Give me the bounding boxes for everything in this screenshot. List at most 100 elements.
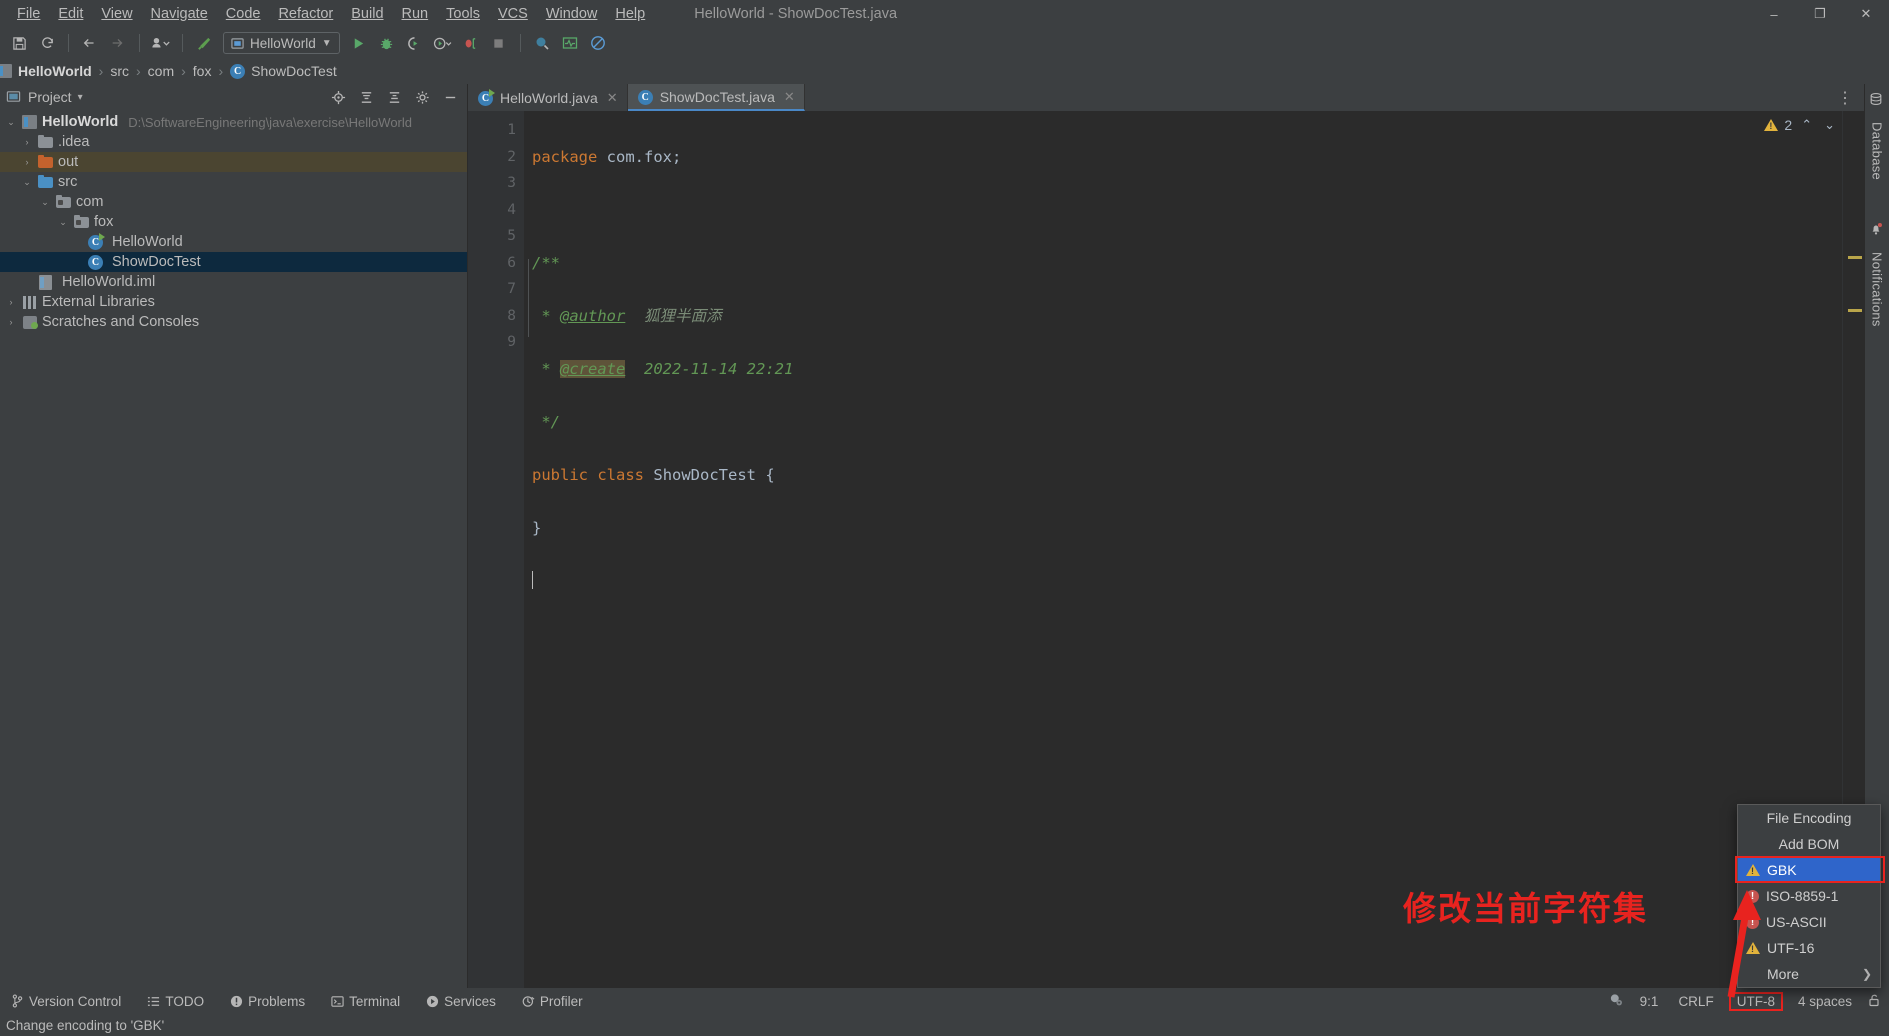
unlocked-icon[interactable] xyxy=(1867,993,1883,1009)
popup-item-us-ascii[interactable]: ! US-ASCII xyxy=(1738,909,1880,935)
tree-item-out[interactable]: › out xyxy=(0,152,467,172)
tree-item-src[interactable]: ⌄ src xyxy=(0,172,467,192)
popup-item-iso-8859-1[interactable]: ! ISO-8859-1 xyxy=(1738,883,1880,909)
warning-triangle-icon xyxy=(1746,864,1760,876)
chevron-right-icon[interactable]: › xyxy=(4,292,18,312)
event-log-icon[interactable] xyxy=(1609,993,1625,1009)
tree-item-idea[interactable]: › .idea xyxy=(0,132,467,152)
menu-edit[interactable]: Edit xyxy=(49,4,92,24)
editor-gutter[interactable]: 1 2 3 − 4 5 6 7 8 9 xyxy=(468,111,534,988)
tree-item-iml-file[interactable]: HelloWorld.iml xyxy=(0,272,467,292)
tree-item-helloworld-class[interactable]: C HelloWorld xyxy=(0,232,467,252)
menu-vcs[interactable]: VCS xyxy=(489,4,537,24)
stripe-marker[interactable] xyxy=(1848,309,1862,312)
maximize-icon[interactable]: ❐ xyxy=(1797,0,1843,28)
breadcrumb-class[interactable]: C ShowDocTest xyxy=(225,62,342,80)
popup-item-add-bom[interactable]: Add BOM xyxy=(1738,831,1880,857)
notifications-icon[interactable] xyxy=(1869,222,1885,238)
hide-icon[interactable] xyxy=(439,87,461,107)
settings-gear-icon[interactable] xyxy=(411,87,433,107)
updates-icon[interactable] xyxy=(557,31,583,55)
attach-debugger-icon[interactable] xyxy=(458,31,484,55)
database-icon[interactable] xyxy=(1869,92,1885,108)
right-strip-notifications-label[interactable]: Notifications xyxy=(1870,248,1885,331)
project-dropdown-icon[interactable]: ▾ xyxy=(78,92,83,103)
menu-refactor[interactable]: Refactor xyxy=(269,4,342,24)
run-with-coverage-icon[interactable] xyxy=(402,31,428,55)
breadcrumb-src[interactable]: src xyxy=(105,62,134,80)
tree-item-com[interactable]: ⌄ com xyxy=(0,192,467,212)
expand-all-icon[interactable] xyxy=(383,87,405,107)
editor-tab-showdoctest[interactable]: C ShowDocTest.java ✕ xyxy=(627,84,805,111)
right-strip-database-label[interactable]: Database xyxy=(1870,118,1885,184)
menu-tools[interactable]: Tools xyxy=(437,4,489,24)
menu-code[interactable]: Code xyxy=(217,4,270,24)
chevron-right-icon[interactable]: › xyxy=(20,152,34,172)
tree-item-fox[interactable]: ⌄ fox xyxy=(0,212,467,232)
close-tab-icon[interactable]: ✕ xyxy=(784,89,795,105)
menu-file[interactable]: File xyxy=(8,4,49,24)
menu-build[interactable]: Build xyxy=(342,4,392,24)
status-problems[interactable]: Problems xyxy=(225,993,310,1010)
menu-window[interactable]: Window xyxy=(537,4,607,24)
chevron-right-icon[interactable]: › xyxy=(20,132,34,152)
chevron-down-icon[interactable]: ⌄ xyxy=(4,112,18,132)
chevron-right-icon[interactable]: › xyxy=(4,312,18,332)
profile-dropdown-icon[interactable] xyxy=(148,31,174,55)
status-version-control[interactable]: Version Control xyxy=(6,993,126,1010)
minimize-icon[interactable]: – xyxy=(1751,0,1797,28)
tree-item-external-libraries[interactable]: › External Libraries xyxy=(0,292,467,312)
code-editor[interactable]: 1 2 3 − 4 5 6 7 8 9 xyxy=(468,111,1864,988)
status-services[interactable]: Services xyxy=(421,993,501,1010)
menu-navigate[interactable]: Navigate xyxy=(142,4,217,24)
tree-item-helloworld-module[interactable]: ⌄ HelloWorld D:\SoftwareEngineering\java… xyxy=(0,112,467,132)
debug-icon[interactable] xyxy=(374,31,400,55)
line-separator[interactable]: CRLF xyxy=(1673,993,1718,1010)
excluded-folder-icon xyxy=(38,154,54,170)
no-access-icon[interactable] xyxy=(585,31,611,55)
run-icon[interactable] xyxy=(346,31,372,55)
build-hammer-icon[interactable] xyxy=(191,31,217,55)
chevron-down-icon[interactable]: ⌄ xyxy=(38,192,52,212)
save-icon[interactable] xyxy=(6,31,32,55)
scratches-icon xyxy=(22,314,38,330)
status-profiler[interactable]: Profiler xyxy=(517,993,588,1010)
breadcrumb-module[interactable]: HelloWorld xyxy=(0,62,97,80)
profile-run-icon[interactable] xyxy=(430,31,456,55)
back-icon[interactable] xyxy=(77,31,103,55)
close-tab-icon[interactable]: ✕ xyxy=(607,90,618,106)
close-icon[interactable]: ✕ xyxy=(1843,0,1889,28)
previous-problem-icon[interactable]: ⌃ xyxy=(1798,117,1815,133)
search-everywhere-icon[interactable] xyxy=(529,31,555,55)
breadcrumb-fox[interactable]: fox xyxy=(188,62,217,80)
chevron-down-icon[interactable]: ⌄ xyxy=(56,212,70,232)
menu-run[interactable]: Run xyxy=(393,4,438,24)
tab-options-icon[interactable]: ⋮ xyxy=(1837,88,1854,108)
run-configuration-selector[interactable]: HelloWorld ▼ xyxy=(223,32,340,54)
tree-item-showdoctest-class[interactable]: C ShowDocTest xyxy=(0,252,467,272)
code-text[interactable]: package com.fox; /** * @author 狐狸半面添 * @… xyxy=(524,111,1842,988)
popup-item-gbk[interactable]: GBK xyxy=(1738,857,1880,883)
caret-position[interactable]: 9:1 xyxy=(1635,993,1664,1010)
inspection-widget[interactable]: 2 ⌃ ⌄ xyxy=(1764,117,1838,133)
stripe-marker[interactable] xyxy=(1848,256,1862,259)
chevron-down-icon[interactable]: ⌄ xyxy=(20,172,34,192)
sync-icon[interactable] xyxy=(34,31,60,55)
status-terminal[interactable]: Terminal xyxy=(326,993,405,1010)
breadcrumb-com[interactable]: com xyxy=(143,62,179,80)
editor-tab-helloworld[interactable]: C HelloWorld.java ✕ xyxy=(468,84,628,111)
menu-help[interactable]: Help xyxy=(606,4,654,24)
collapse-all-icon[interactable] xyxy=(355,87,377,107)
next-problem-icon[interactable]: ⌄ xyxy=(1821,117,1838,133)
file-encoding-widget[interactable]: UTF-8 xyxy=(1728,991,1783,1011)
stop-icon[interactable] xyxy=(486,31,512,55)
popup-item-utf-16[interactable]: UTF-16 xyxy=(1738,935,1880,961)
locate-icon[interactable] xyxy=(327,87,349,107)
indent-setting[interactable]: 4 spaces xyxy=(1793,993,1857,1010)
forward-icon[interactable] xyxy=(105,31,131,55)
status-todo[interactable]: TODO xyxy=(142,993,209,1010)
chevron-down-icon[interactable]: ▼ xyxy=(322,38,332,49)
popup-item-more[interactable]: More ❯ xyxy=(1738,961,1880,987)
menu-view[interactable]: View xyxy=(92,4,141,24)
tree-item-scratches-consoles[interactable]: › Scratches and Consoles xyxy=(0,312,467,332)
